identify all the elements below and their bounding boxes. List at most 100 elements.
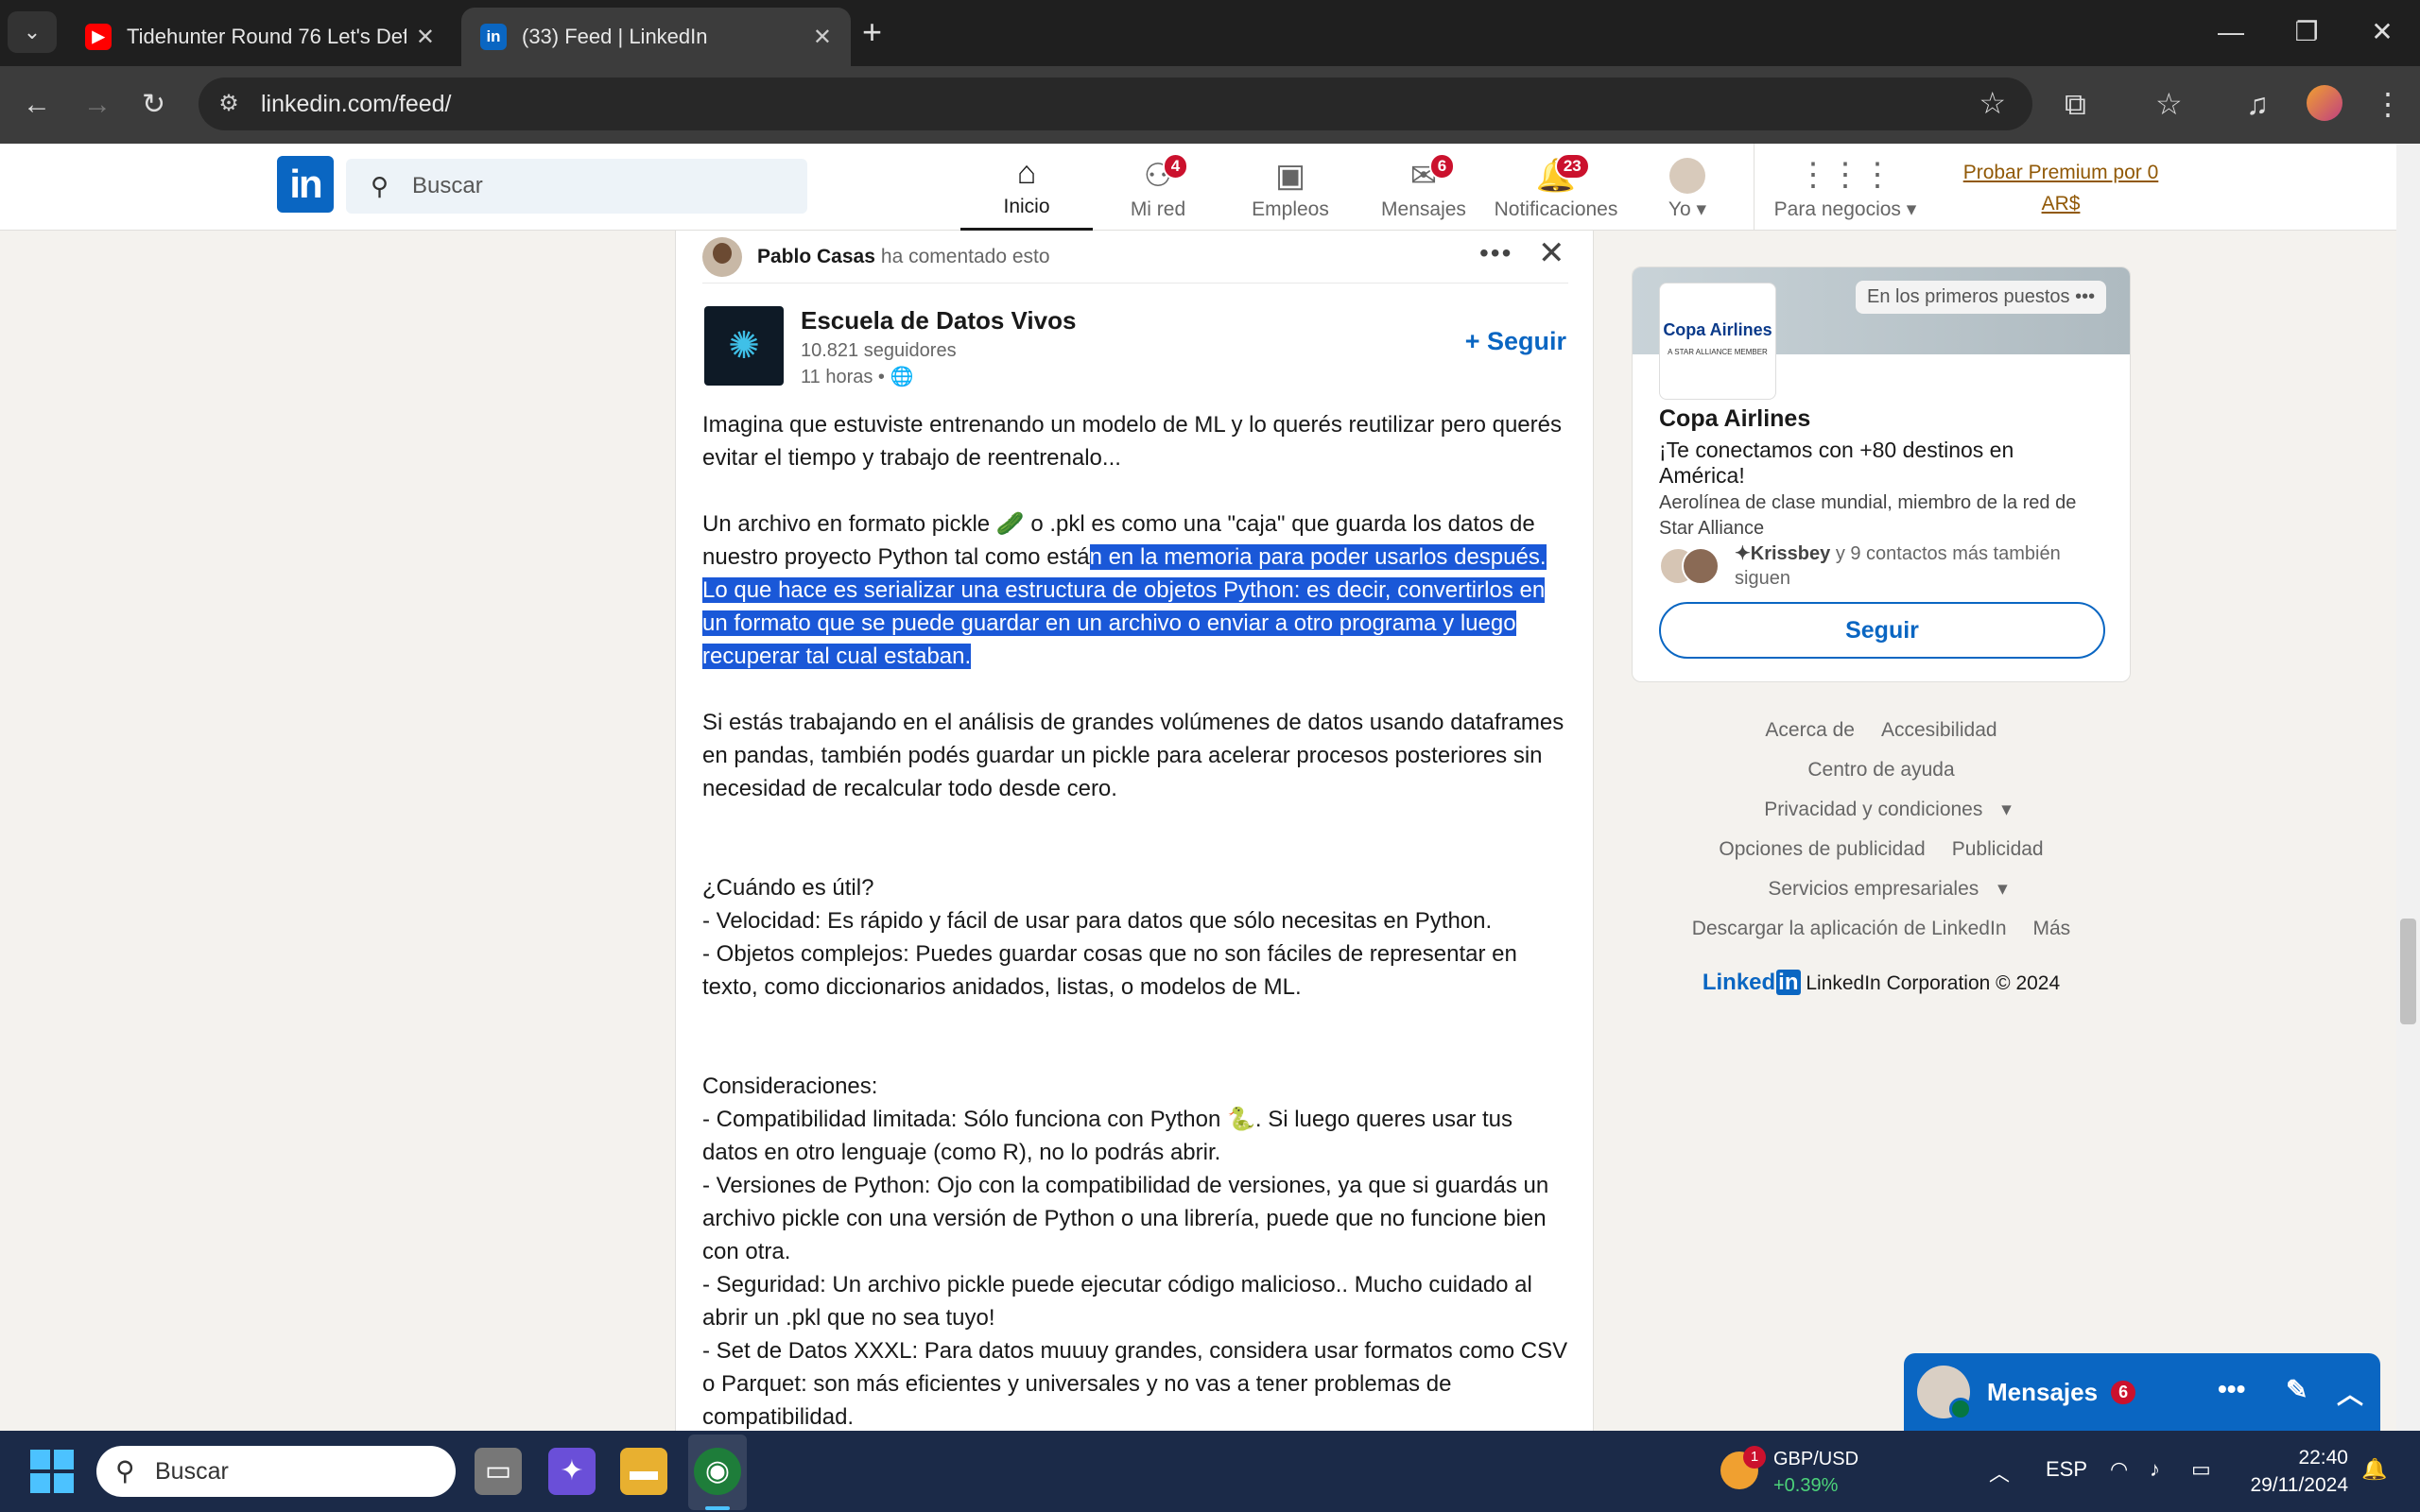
footer-link[interactable]: Accesibilidad — [1881, 719, 1997, 741]
bookmark-star-icon[interactable]: ☆ — [1979, 85, 2006, 121]
nav-for-business[interactable]: ⋮⋮⋮ Para negocios ▾ — [1770, 149, 1921, 231]
footer-link-privacy[interactable]: Privacidad y condiciones ▾ — [1751, 799, 2012, 820]
home-icon: ⌂ — [1016, 155, 1037, 191]
address-bar[interactable]: ⚙ linkedin.com/feed/ ☆ — [199, 77, 2032, 130]
nav-messaging[interactable]: ✉ 6 Mensajes — [1367, 149, 1480, 231]
footer-link[interactable]: Descargar la aplicación de LinkedIn — [1692, 918, 2007, 939]
author-name[interactable]: Escuela de Datos Vivos — [801, 306, 1076, 335]
ad-headline: ¡Te conectamos con +80 destinos en Améri… — [1659, 438, 2014, 488]
commenter-avatar[interactable] — [702, 236, 742, 277]
more-options-icon[interactable]: ••• — [2218, 1374, 2245, 1404]
tab-search-button[interactable]: ⌄ — [8, 11, 57, 53]
messages-badge: 6 — [1428, 153, 1456, 180]
ad-logo-text: Copa Airlines — [1663, 320, 1772, 339]
browser-menu-icon[interactable]: ⋮ — [2373, 85, 2403, 123]
reload-button[interactable]: ↻ — [142, 87, 165, 123]
windows-taskbar: ⚲ Buscar ▭ ✦ ▬ ◉ 1 GBP/USD +0.39% ︿ ESP … — [0, 1431, 2420, 1512]
linkedin-header: in ⚲ Buscar ⌂ Inicio ⚇ 4 Mi red ▣ Empleos… — [0, 144, 2396, 231]
nav-label: Notificaciones — [1494, 198, 1618, 220]
favorites-icon[interactable]: ☆ — [2155, 85, 2183, 123]
nav-notifications[interactable]: 🔔 23 Notificaciones — [1492, 149, 1620, 231]
extensions-icon[interactable]: ⧉ — [2065, 85, 2086, 123]
media-control-icon[interactable]: ♫ — [2246, 85, 2269, 123]
network-badge: 4 — [1162, 153, 1189, 180]
close-tab-icon[interactable]: ✕ — [813, 24, 832, 51]
footer-link-business[interactable]: Servicios empresariales ▾ — [1754, 878, 2007, 900]
forex-change: +0.39% — [1773, 1475, 1839, 1496]
footer-link[interactable]: Acerca de — [1765, 719, 1855, 741]
wifi-icon[interactable]: ◠ — [2110, 1457, 2128, 1482]
ad-follow-button[interactable]: Seguir — [1659, 602, 2105, 659]
post-context-header: Pablo Casas ha comentado esto — [702, 231, 1568, 284]
footer-link[interactable]: Opciones de publicidad — [1719, 838, 1925, 860]
linkedin-wordmark: Linked in — [1702, 970, 1801, 995]
copilot-icon[interactable]: ✦ — [548, 1448, 596, 1495]
notifications-badge: 23 — [1554, 153, 1590, 180]
nav-home[interactable]: ⌂ Inicio — [960, 149, 1093, 231]
linkedin-logo[interactable]: in — [277, 156, 334, 213]
tab-linkedin[interactable]: in (33) Feed | LinkedIn ✕ — [461, 8, 851, 66]
restore-button[interactable]: ❐ — [2278, 9, 2335, 55]
minimize-button[interactable]: — — [2203, 9, 2259, 55]
language-indicator[interactable]: ESP — [2046, 1457, 2087, 1482]
new-tab-button[interactable]: + — [862, 13, 882, 51]
more-icon[interactable]: ••• — [2075, 286, 2095, 307]
scroll-thumb[interactable] — [2400, 919, 2416, 1024]
battery-icon[interactable]: ▭ — [2191, 1457, 2211, 1482]
task-view-icon[interactable]: ▭ — [475, 1448, 522, 1495]
close-window-button[interactable]: ✕ — [2354, 9, 2411, 55]
file-explorer-icon[interactable]: ▬ — [620, 1448, 667, 1495]
ad-logo-sub: A STAR ALLIANCE MEMBER — [1668, 348, 1768, 356]
people-icon: ⚇ 4 — [1144, 153, 1189, 195]
footer-link[interactable]: Más — [2033, 918, 2071, 939]
site-info-icon[interactable]: ⚙ — [214, 89, 244, 119]
more-options-icon[interactable]: ••• — [1479, 238, 1512, 268]
windows-start-icon[interactable] — [30, 1450, 74, 1493]
footer-link[interactable]: Publicidad — [1952, 838, 2044, 860]
chevron-up-icon[interactable]: ︿ — [2337, 1374, 2363, 1412]
compose-icon[interactable]: ✎ — [2286, 1374, 2308, 1405]
ad-company-name[interactable]: Copa Airlines — [1659, 405, 1810, 433]
page-scrollbar[interactable] — [2396, 144, 2420, 1431]
back-button[interactable]: ← — [23, 87, 51, 123]
nav-my-network[interactable]: ⚇ 4 Mi red — [1106, 149, 1210, 231]
chevron-up-icon[interactable]: ︿ — [1989, 1457, 2010, 1487]
search-input[interactable]: ⚲ Buscar — [346, 159, 807, 214]
premium-line2: AR$ — [2041, 193, 2081, 215]
notification-bell-icon[interactable]: 🔔 — [2361, 1457, 2387, 1482]
ad-tag[interactable]: En los primeros puestos ••• — [1856, 281, 2107, 314]
browser-profile-avatar[interactable] — [2307, 85, 2342, 121]
brain-logo-icon[interactable]: ✺ — [704, 306, 784, 386]
post-paragraph: Un archivo en formato pickle 🥒 o .pkl es… — [702, 507, 1572, 673]
clock-time: 22:40 — [2298, 1447, 2348, 1469]
commenter-action: ha comentado esto — [880, 245, 1050, 267]
tab-youtube[interactable]: ▶ Tidehunter Round 76 Let's Defe ✕ — [66, 8, 454, 66]
footer-link[interactable]: Centro de ayuda — [1807, 759, 1954, 781]
widgets-forex[interactable]: 1 GBP/USD +0.39% — [1720, 1446, 1858, 1499]
follow-button[interactable]: + Seguir — [1465, 327, 1566, 356]
forex-badge: 1 — [1743, 1446, 1766, 1469]
youtube-icon: ▶ — [85, 24, 112, 50]
post-bullet: - Versiones de Python: Ojo con la compat… — [702, 1173, 1549, 1264]
close-tab-icon[interactable]: ✕ — [416, 24, 435, 51]
chrome-icon[interactable]: ◉ — [694, 1448, 741, 1495]
forward-button[interactable]: → — [83, 87, 112, 123]
nav-me[interactable]: Yo ▾ — [1645, 149, 1730, 231]
bell-icon: 🔔 23 — [1536, 153, 1590, 195]
premium-link[interactable]: Probar Premium por 0 AR$ — [1936, 157, 2186, 219]
close-icon[interactable]: ✕ — [1538, 234, 1565, 272]
system-clock[interactable]: 22:40 29/11/2024 — [2240, 1444, 2348, 1499]
volume-icon[interactable]: ♪ — [2150, 1457, 2160, 1482]
browser-toolbar: ← → ↻ ⚙ linkedin.com/feed/ ☆ ⧉ ☆ ♫ ⋮ — [0, 66, 2420, 144]
messaging-overlay[interactable]: Mensajes 6 ••• ✎ ︿ — [1904, 1353, 2380, 1431]
linkedin-icon: in — [480, 24, 507, 50]
copa-airlines-logo[interactable]: Copa Airlines A STAR ALLIANCE MEMBER — [1659, 283, 1776, 400]
copyright-text: LinkedIn Corporation © 2024 — [1806, 972, 2061, 994]
taskbar-search[interactable]: ⚲ Buscar — [96, 1446, 456, 1497]
grid-icon: ⋮⋮⋮ — [1797, 157, 1893, 193]
nav-jobs[interactable]: ▣ Empleos — [1238, 149, 1342, 231]
post-bullet: - Compatibilidad limitada: Sólo funciona… — [702, 1107, 1513, 1165]
commenter-name[interactable]: Pablo Casas — [757, 246, 875, 268]
nav-label: Mensajes — [1381, 198, 1466, 220]
clock-date: 29/11/2024 — [2250, 1474, 2348, 1496]
